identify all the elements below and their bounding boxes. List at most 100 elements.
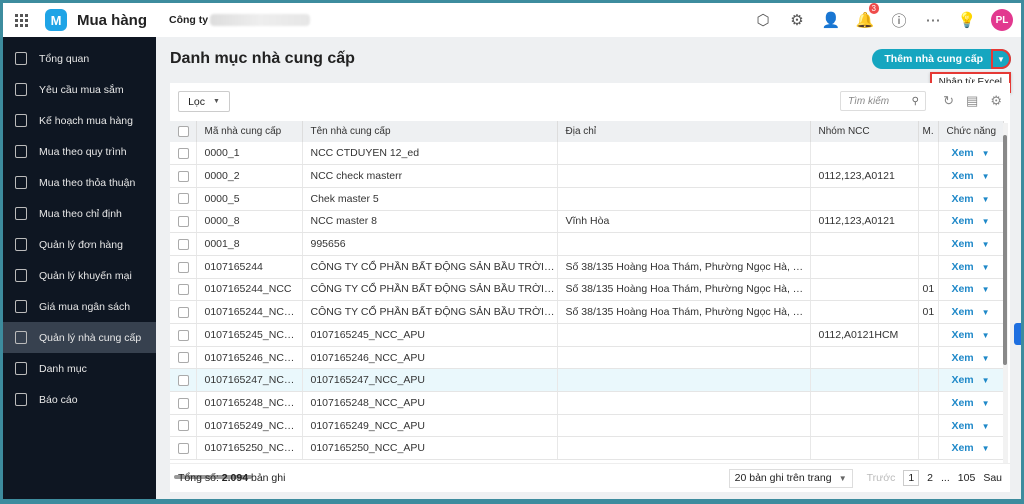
caret-down-icon[interactable]: ▼ <box>982 285 990 294</box>
settings-icon[interactable]: ⚙ <box>990 93 1002 109</box>
filter-dropdown[interactable]: Lọc ▼ <box>178 91 230 112</box>
row-actions[interactable]: Xem ▼ <box>938 300 1004 324</box>
caret-down-icon[interactable]: ▼ <box>982 217 990 226</box>
row-checkbox[interactable] <box>170 164 197 188</box>
row-actions[interactable]: Xem ▼ <box>938 414 1004 438</box>
view-link[interactable]: Xem <box>951 352 973 364</box>
caret-down-icon[interactable]: ▼ <box>982 240 990 249</box>
column-header[interactable]: Nhóm NCC <box>810 121 919 142</box>
table-row[interactable]: 0001_8 995656 Xem ▼ <box>170 232 1004 256</box>
table-row[interactable]: 0107165244_NCC CÔNG TY CỔ PHẦN BẤT ĐỘNG S… <box>170 278 1004 302</box>
table-row[interactable]: 0107165248_NCC_APU0107165248_NCC_APU Xem ▼ <box>170 391 1004 415</box>
view-link[interactable]: Xem <box>951 193 973 205</box>
chevron-down-icon[interactable]: ▼ <box>991 49 1011 69</box>
vertical-scrollbar[interactable] <box>1003 123 1008 463</box>
view-link[interactable]: Xem <box>951 261 973 273</box>
row-checkbox[interactable] <box>170 300 197 324</box>
table-row[interactable]: 0107165246_NCC_APU0107165246_NCC_APU Xem ▼ <box>170 346 1004 370</box>
sidebar-item[interactable]: Kế hoạch mua hàng <box>3 105 156 136</box>
view-link[interactable]: Xem <box>951 238 973 250</box>
sidebar-item[interactable]: Quản lý nhà cung cấp <box>3 322 156 353</box>
row-checkbox[interactable] <box>170 391 197 415</box>
row-checkbox[interactable] <box>170 414 197 438</box>
column-header[interactable]: Tên nhà cung cấp <box>302 121 558 142</box>
avatar[interactable]: PL <box>991 9 1013 31</box>
caret-down-icon[interactable]: ▼ <box>982 444 990 453</box>
app-grid-icon[interactable] <box>15 13 29 27</box>
row-checkbox[interactable] <box>170 436 197 461</box>
sidebar-item[interactable]: Mua theo quy trình <box>3 136 156 167</box>
view-link[interactable]: Xem <box>951 397 973 409</box>
row-actions[interactable]: Xem ▼ <box>938 164 1004 188</box>
view-link[interactable]: Xem <box>951 215 973 227</box>
caret-down-icon[interactable]: ▼ <box>982 422 990 431</box>
column-header[interactable]: Chức năng <box>938 121 1004 142</box>
sidebar-item[interactable]: Danh mục <box>3 353 156 384</box>
prev-page-button[interactable]: Trước <box>867 472 896 484</box>
table-row[interactable]: 0107165244_NCC_APUCÔNG TY CỔ PHẦN BẤT ĐỘ… <box>170 300 1004 324</box>
row-checkbox[interactable] <box>170 232 197 256</box>
page-1-button[interactable]: 1 <box>903 470 920 486</box>
next-page-button[interactable]: Sau <box>983 472 1002 484</box>
sidebar-item[interactable]: Quản lý đơn hàng <box>3 229 156 260</box>
view-link[interactable]: Xem <box>951 374 973 386</box>
package-search-icon[interactable]: ⬡ <box>753 10 773 30</box>
row-checkbox[interactable] <box>170 210 197 234</box>
row-actions[interactable]: Xem ▼ <box>938 436 1004 461</box>
row-actions[interactable]: Xem ▼ <box>938 368 1004 393</box>
caret-down-icon[interactable]: ▼ <box>982 195 990 204</box>
company-name[interactable]: Công ty <box>169 14 208 26</box>
row-checkbox[interactable] <box>170 368 197 393</box>
view-link[interactable]: Xem <box>951 170 973 182</box>
table-row[interactable]: 0107165250_NCC_APU0107165250_NCC_APU Xem ▼ <box>170 436 1004 461</box>
idea-book-icon[interactable]: 💡 <box>957 10 977 30</box>
table-row[interactable]: 0000_2 NCC check masterr 0112,123,A0121 Xem… <box>170 164 1004 188</box>
more-icon[interactable]: ⋯ <box>923 10 943 30</box>
row-checkbox[interactable] <box>170 187 197 211</box>
view-link[interactable]: Xem <box>951 329 973 341</box>
caret-down-icon[interactable]: ▼ <box>982 172 990 181</box>
caret-down-icon[interactable]: ▼ <box>982 331 990 340</box>
view-link[interactable]: Xem <box>951 420 973 432</box>
sidebar-item[interactable]: Yêu cầu mua sắm <box>3 74 156 105</box>
caret-down-icon[interactable]: ▼ <box>982 399 990 408</box>
table-row[interactable]: 0000_8 NCC master 8 Vĩnh Hòa 0112,123,A0121… <box>170 210 1004 234</box>
row-checkbox[interactable] <box>170 255 197 279</box>
row-actions[interactable]: Xem ▼ <box>938 210 1004 234</box>
column-header[interactable]: Địa chỉ <box>557 121 811 142</box>
table-row[interactable]: 0000_1 NCC CTDUYEN 12_ed Xem ▼ <box>170 142 1004 166</box>
view-link[interactable]: Xem <box>951 442 973 454</box>
caret-down-icon[interactable]: ▼ <box>982 376 990 385</box>
search-icon[interactable]: ⚲ <box>912 96 919 107</box>
row-checkbox[interactable] <box>170 142 197 166</box>
sidebar-item[interactable]: Mua theo chỉ định <box>3 198 156 229</box>
row-checkbox[interactable] <box>170 278 197 302</box>
bell-icon[interactable]: 🔔 3 <box>855 3 879 30</box>
help-icon[interactable]: ⓘ <box>889 10 909 30</box>
view-link[interactable]: Xem <box>951 147 973 159</box>
row-checkbox[interactable] <box>170 323 197 347</box>
row-checkbox[interactable] <box>170 346 197 370</box>
sidebar-item[interactable]: Mua theo thỏa thuận <box>3 167 156 198</box>
caret-down-icon[interactable]: ▼ <box>982 149 990 158</box>
sidebar-item[interactable]: Báo cáo <box>3 384 156 415</box>
view-link[interactable]: Xem <box>951 306 973 318</box>
caret-down-icon[interactable]: ▼ <box>982 354 990 363</box>
view-link[interactable]: Xem <box>951 283 973 295</box>
add-supplier-button[interactable]: Thêm nhà cung cấp <box>872 53 991 65</box>
caret-down-icon[interactable]: ▼ <box>982 308 990 317</box>
select-all-checkbox[interactable] <box>170 121 197 142</box>
refresh-icon[interactable]: ↻ <box>943 93 954 109</box>
column-header[interactable]: Mã nhà cung cấp <box>196 121 303 142</box>
table-row[interactable]: 0107165244 CÔNG TY CỔ PHẦN BẤT ĐỘNG SẢN B… <box>170 255 1004 279</box>
search-input[interactable]: Tìm kiếm ⚲ <box>840 91 926 111</box>
sidebar-item[interactable]: Giá mua ngân sách <box>3 291 156 322</box>
caret-down-icon[interactable]: ▼ <box>982 263 990 272</box>
row-actions[interactable]: Xem ▼ <box>938 346 1004 370</box>
page-2-button[interactable]: 2 <box>927 472 933 484</box>
side-panel-toggle[interactable] <box>1014 323 1021 345</box>
table-row[interactable]: 0107165249_NCC_APU0107165249_NCC_APU Xem ▼ <box>170 414 1004 438</box>
add-user-icon[interactable]: 👤 <box>821 10 841 30</box>
table-row[interactable]: 0107165245_NCC_APU0107165245_NCC_APU 0112… <box>170 323 1004 347</box>
table-row[interactable]: 0107165247_NCC_APU0107165247_NCC_APU Xem ▼ <box>170 368 1004 393</box>
